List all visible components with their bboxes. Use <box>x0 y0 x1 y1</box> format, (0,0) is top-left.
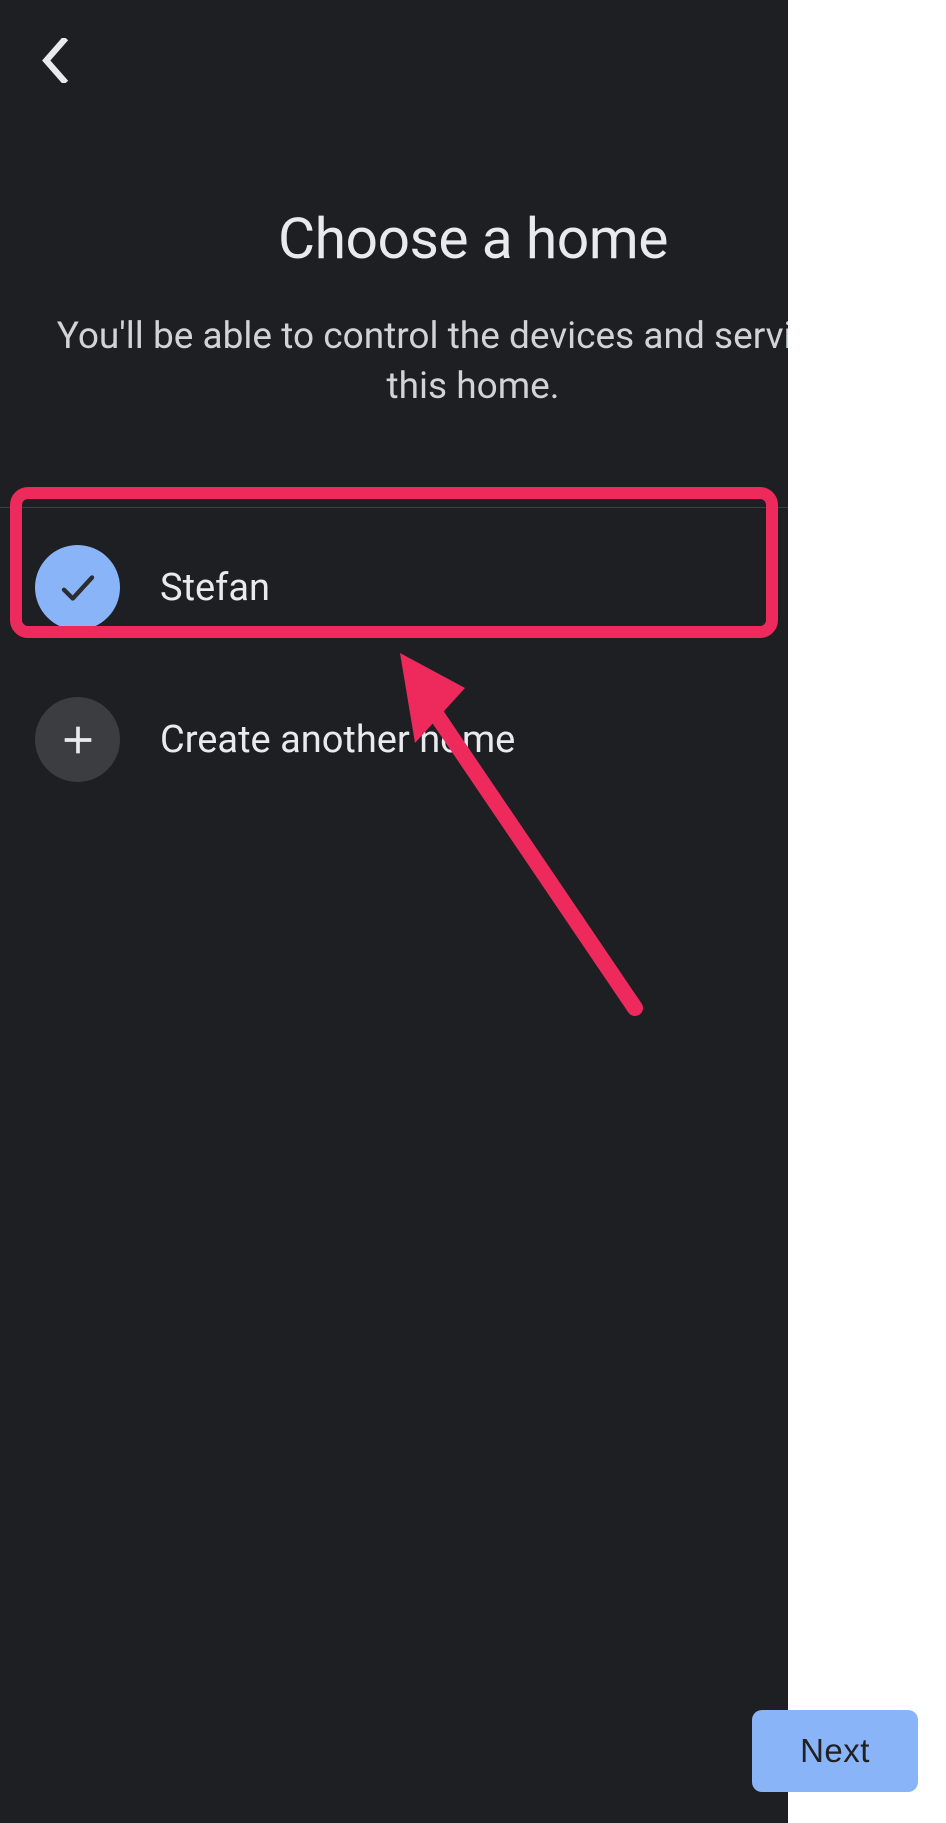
next-button-label: Next <box>800 1732 870 1770</box>
page-edge <box>788 0 946 1823</box>
add-indicator <box>35 697 120 782</box>
selected-indicator <box>35 545 120 630</box>
next-button[interactable]: Next <box>752 1710 918 1792</box>
page-title: Choose a home <box>40 205 906 272</box>
footer: Next <box>0 1678 946 1823</box>
page-subtitle: You'll be able to control the devices an… <box>40 312 906 412</box>
chevron-left-icon <box>40 38 70 83</box>
check-icon <box>57 567 99 609</box>
create-home-label: Create another home <box>160 718 515 762</box>
home-option-label: Stefan <box>160 566 270 610</box>
plus-icon <box>58 720 98 760</box>
back-button[interactable] <box>30 35 80 85</box>
